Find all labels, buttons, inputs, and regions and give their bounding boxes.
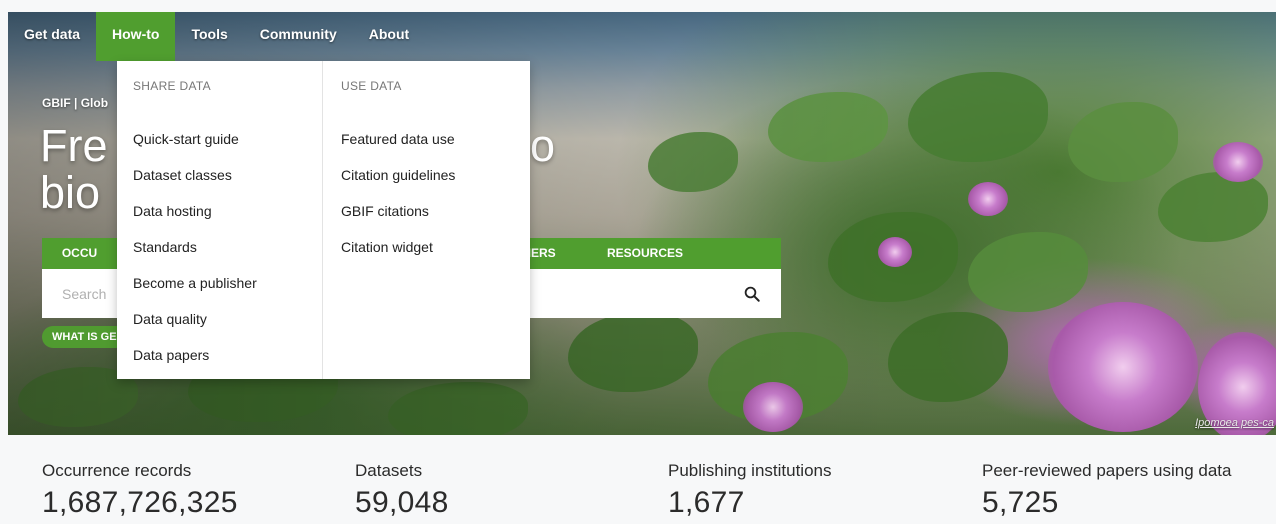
share-data-column: SHARE DATA Quick-start guide Dataset cla… bbox=[117, 61, 323, 379]
nav-get-data[interactable]: Get data bbox=[8, 12, 96, 56]
link-standards[interactable]: Standards bbox=[133, 229, 322, 265]
photo-caption[interactable]: Ipomoea pes-ca bbox=[1195, 417, 1274, 429]
stat-datasets[interactable]: Datasets 59,048 bbox=[355, 461, 449, 520]
stat-value: 1,677 bbox=[668, 486, 745, 519]
top-nav: Get data How-to Tools Community About bbox=[8, 12, 425, 61]
tab-occurrences[interactable]: OCCU bbox=[42, 238, 117, 269]
hero-title-line2: bio bbox=[40, 167, 101, 218]
share-data-heading: SHARE DATA bbox=[133, 79, 211, 93]
stat-label: Occurrence records bbox=[42, 461, 192, 480]
tab-resources[interactable]: RESOURCES bbox=[585, 238, 705, 269]
link-gbif-citations[interactable]: GBIF citations bbox=[341, 193, 530, 229]
stat-value: 1,687,726,325 bbox=[42, 486, 238, 519]
use-data-heading: USE DATA bbox=[341, 79, 402, 93]
nav-tools[interactable]: Tools bbox=[175, 12, 243, 56]
what-is-gbif-button[interactable]: WHAT IS GE bbox=[42, 326, 127, 348]
link-citation-widget[interactable]: Citation widget bbox=[341, 229, 530, 265]
hero-title-line1-end: o bbox=[530, 120, 556, 171]
link-data-hosting[interactable]: Data hosting bbox=[133, 193, 322, 229]
stat-value: 5,725 bbox=[982, 486, 1059, 519]
how-to-dropdown: SHARE DATA Quick-start guide Dataset cla… bbox=[117, 61, 530, 379]
use-data-column: USE DATA Featured data use Citation guid… bbox=[323, 61, 530, 379]
site-tagline: GBIF | Glob bbox=[42, 96, 109, 110]
nav-how-to[interactable]: How-to bbox=[96, 12, 176, 61]
search-icon[interactable] bbox=[743, 285, 761, 303]
stat-occurrences[interactable]: Occurrence records 1,687,726,325 bbox=[42, 461, 238, 520]
stat-value: 59,048 bbox=[355, 486, 449, 519]
link-quick-start-guide[interactable]: Quick-start guide bbox=[133, 121, 322, 157]
stat-publishing-institutions[interactable]: Publishing institutions 1,677 bbox=[668, 461, 831, 520]
stat-label: Datasets bbox=[355, 461, 423, 480]
link-data-quality[interactable]: Data quality bbox=[133, 301, 322, 337]
stat-label: Publishing institutions bbox=[668, 461, 832, 480]
link-become-a-publisher[interactable]: Become a publisher bbox=[133, 265, 322, 301]
nav-community[interactable]: Community bbox=[244, 12, 353, 56]
stats-bar: Occurrence records 1,687,726,325 Dataset… bbox=[0, 435, 1276, 524]
stat-papers[interactable]: Peer-reviewed papers using data 5,725 bbox=[982, 461, 1231, 520]
nav-about[interactable]: About bbox=[353, 12, 425, 56]
stat-label: Peer-reviewed papers using data bbox=[982, 461, 1232, 480]
link-featured-data-use[interactable]: Featured data use bbox=[341, 121, 530, 157]
link-data-papers[interactable]: Data papers bbox=[133, 337, 322, 373]
link-dataset-classes[interactable]: Dataset classes bbox=[133, 157, 322, 193]
link-citation-guidelines[interactable]: Citation guidelines bbox=[341, 157, 530, 193]
hero-title-line1: Fre bbox=[40, 120, 108, 171]
